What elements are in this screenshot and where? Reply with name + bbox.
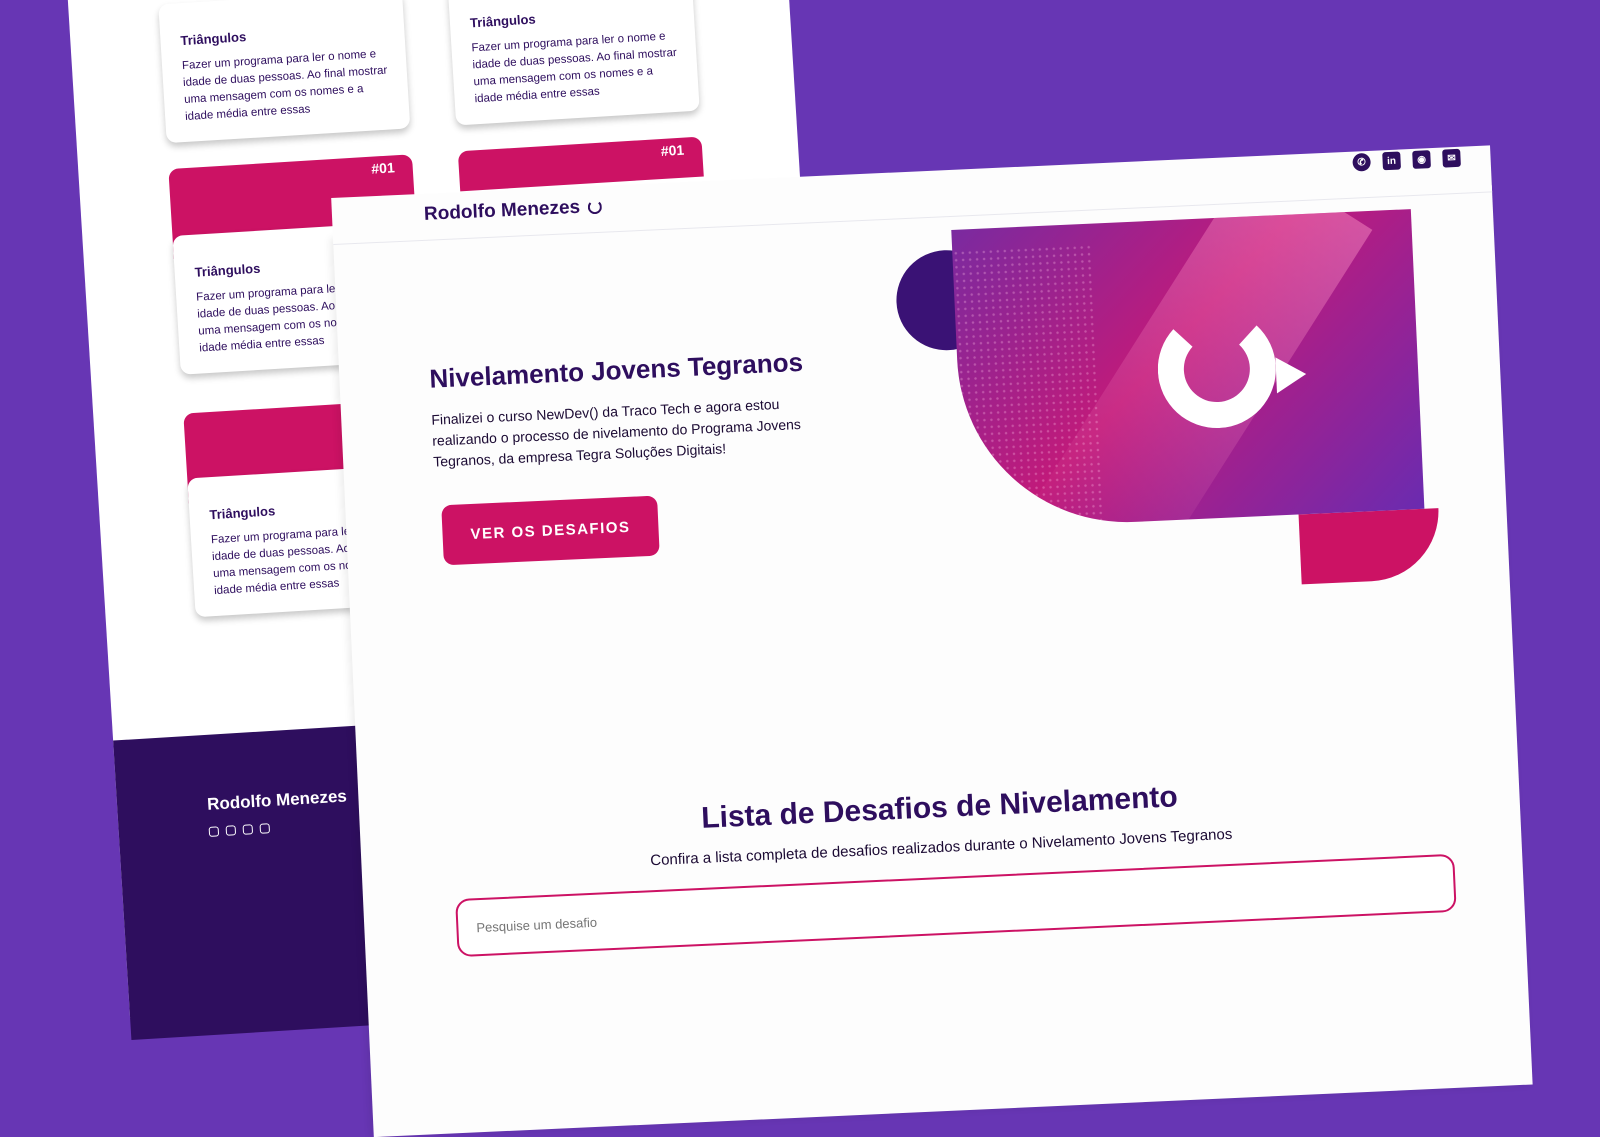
logo-icon <box>587 199 603 215</box>
decorative-shape <box>1298 508 1442 585</box>
card-text: Fazer um programa para ler o nome e idad… <box>471 30 678 106</box>
linkedin-icon[interactable] <box>225 825 237 836</box>
challenge-card[interactable]: Triângulos Fazer um programa para ler o … <box>158 0 411 144</box>
footer-brand[interactable]: Rodolfo Menezes <box>207 786 348 814</box>
hero-illustration <box>893 208 1450 622</box>
logo-arrow-icon <box>1275 356 1307 394</box>
card-text: Fazer um programa para ler o nome e idad… <box>181 48 388 123</box>
card-title: Triângulos <box>469 11 537 31</box>
challenge-card[interactable]: Triângulos Fazer um programa para ler o … <box>447 0 700 126</box>
github-icon[interactable] <box>242 824 254 835</box>
footer-social-icons <box>208 823 271 837</box>
mail-icon[interactable] <box>259 823 271 834</box>
github-icon[interactable]: ◉ <box>1412 150 1431 169</box>
card-number: #01 <box>370 159 396 177</box>
whatsapp-icon[interactable] <box>208 826 220 837</box>
hero-image <box>951 209 1425 530</box>
landing-page-preview: Rodolfo Menezes ✆ in ◉ ✉ Nivelamento Jov… <box>331 145 1533 1137</box>
brand-logo[interactable]: Rodolfo Menezes <box>424 196 603 226</box>
mail-icon[interactable]: ✉ <box>1442 148 1461 168</box>
brand-name: Rodolfo Menezes <box>423 196 581 225</box>
hero-title: Nivelamento Jovens Tegranos <box>428 346 804 394</box>
hero-description: Finalizei o curso NewDev() da Traco Tech… <box>430 395 802 470</box>
whatsapp-icon[interactable]: ✆ <box>1352 152 1372 172</box>
card-number: #01 <box>660 141 685 160</box>
card-title: Triângulos <box>180 29 247 49</box>
view-challenges-button[interactable]: VER OS DESAFIOS <box>441 495 660 566</box>
linkedin-icon[interactable]: in <box>1382 151 1401 171</box>
